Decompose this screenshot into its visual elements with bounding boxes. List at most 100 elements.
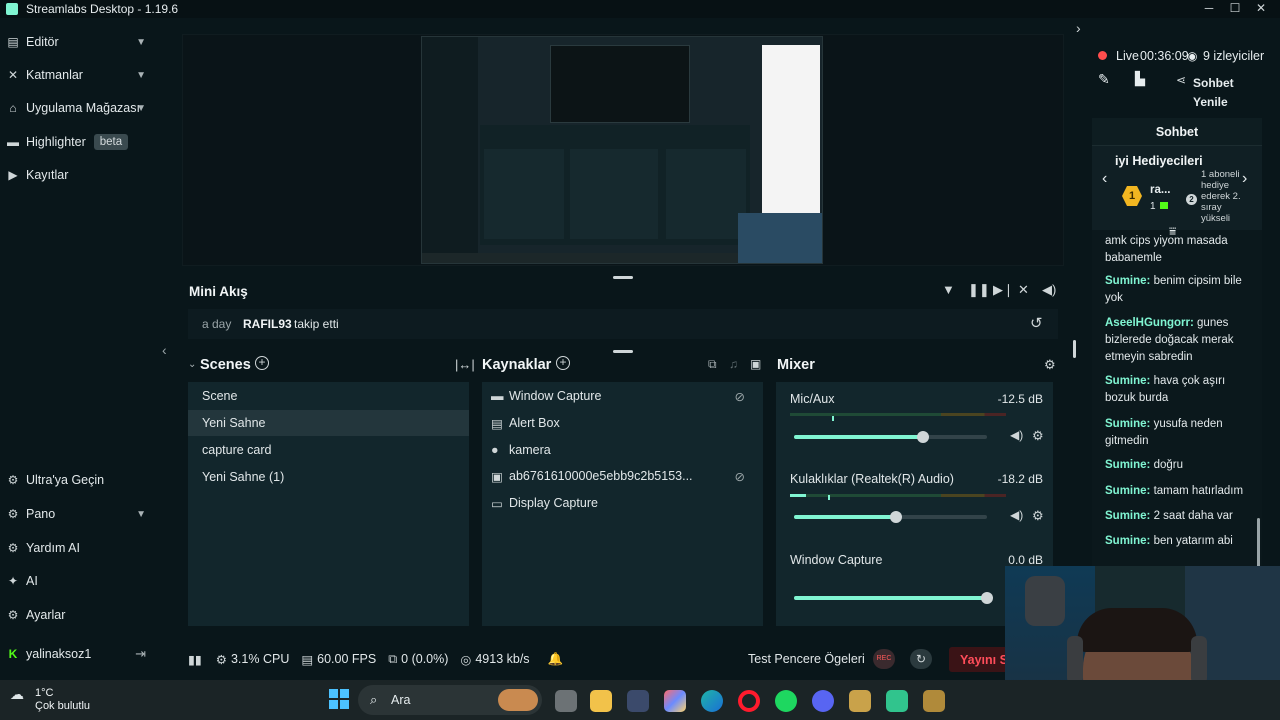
kick-logo-icon: K (8, 647, 18, 661)
eye-icon: ◉ (1187, 49, 1198, 63)
nav-label: Katmanlar (26, 68, 83, 82)
stats-chart-icon[interactable]: ▮▮ (188, 652, 202, 667)
window-icon: ▬ (491, 389, 504, 403)
windows-start-icon[interactable] (329, 689, 349, 709)
copilot-icon[interactable] (664, 690, 686, 712)
mini-flow-event: a day RAFIL93 takip etti ↺ (188, 309, 1058, 339)
task-view-icon[interactable] (555, 690, 577, 712)
volume-slider-knob[interactable] (917, 431, 930, 443)
add-source-icon[interactable]: + (556, 356, 570, 370)
nav-item-help-ai[interactable]: ⚙ Yardım AI (0, 533, 160, 563)
mixer-channel-db: -12.5 dB (997, 392, 1043, 406)
mixer-channel-label: Window Capture (790, 553, 883, 567)
scene-item[interactable]: capture card (188, 437, 469, 463)
volume-icon[interactable]: ◀) (1042, 282, 1056, 298)
fps-value: 60.00 FPS (317, 652, 377, 666)
close-icon[interactable]: ✕ (1248, 0, 1274, 18)
minimize-icon[interactable]: ─ (1196, 0, 1222, 18)
source-audio-icon[interactable]: ♫ (729, 357, 738, 371)
scene-item-selected[interactable]: Yeni Sahne (188, 410, 469, 436)
edge-browser-icon[interactable] (701, 690, 723, 712)
nav-item-dashboard[interactable]: ⚙ Pano ▼ (0, 499, 160, 529)
taskbar-search[interactable]: ⌕ Ara (358, 685, 542, 715)
mute-alerts-icon[interactable]: ✕ (1018, 282, 1029, 298)
chat-message: Sumine: ben yatarım abi (1105, 535, 1233, 547)
speaker-icon[interactable]: ◀) (1010, 508, 1023, 522)
test-widgets-button[interactable]: Test Pencere Ögeleri (748, 652, 865, 666)
weather-desc: Çok bulutlu (35, 700, 91, 712)
nav-item-app-store[interactable]: ⌂ Uygulama Mağazası ▼ (0, 93, 160, 123)
replay-icon[interactable]: ↺ (1030, 314, 1043, 332)
streamlabs-taskbar-icon[interactable] (886, 690, 908, 712)
chat-message: amk cips yiyom masada babanemle (1105, 235, 1228, 264)
discord-icon[interactable] (812, 690, 834, 712)
source-item[interactable]: ▤ Alert Box (482, 410, 763, 436)
collapse-left-icon[interactable]: ‹ (162, 342, 167, 358)
source-item[interactable]: ▬ Window Capture ⊘ (482, 383, 763, 409)
nav-item-ultra[interactable]: ⚙ Ultra'ya Geçin (0, 465, 160, 495)
chat-message: Sumine: tamam hatırladım (1105, 485, 1244, 497)
filter-icon[interactable]: ▼ (942, 282, 955, 297)
record-button[interactable]: REC (873, 649, 895, 669)
league-client-icon[interactable] (849, 690, 871, 712)
dashboard-tile-icon[interactable]: ▙ (1135, 71, 1145, 87)
edit-pencil-icon[interactable]: ✎ (1098, 71, 1110, 88)
chat-scrollbar[interactable] (1257, 518, 1260, 568)
channel-gear-icon[interactable]: ⚙ (1032, 428, 1044, 444)
scene-transition-icon[interactable]: |↔| (455, 357, 475, 372)
nav-item-settings[interactable]: ⚙ Ayarlar (0, 600, 160, 630)
gifter-name: ra... (1150, 184, 1171, 196)
source-folder-icon[interactable]: ▣ (750, 357, 761, 371)
speaker-icon[interactable]: ◀) (1010, 428, 1023, 442)
source-item[interactable]: ● kamera (482, 437, 763, 463)
hidden-eye-icon[interactable]: ⊘ (735, 469, 745, 484)
channel-gear-icon[interactable]: ⚙ (1032, 508, 1044, 524)
nav-item-highlighter[interactable]: ▬ Highlighter beta (0, 127, 160, 157)
left-sidebar: ▤ Editör ▼ ✕ Katmanlar ▼ ⌂ Uygulama Mağa… (0, 18, 160, 680)
viewer-count: 9 izleyiciler (1203, 49, 1265, 63)
refresh-chat-button[interactable]: Sohbet Yenile (1193, 74, 1234, 112)
mixer-channel-db: -18.2 dB (997, 472, 1043, 486)
source-group-icon[interactable]: ⧉ (708, 357, 717, 372)
chevron-down-icon: ▼ (136, 508, 146, 520)
logout-icon[interactable]: ⇥ (135, 646, 146, 662)
nav-item-account[interactable]: K yalinaksoz1 ⇥ (0, 639, 160, 669)
chevron-down-icon: ▼ (136, 69, 146, 81)
volume-slider-knob[interactable] (981, 592, 993, 604)
replay-buffer-icon[interactable]: ↻ (910, 649, 932, 669)
file-explorer-icon[interactable] (590, 690, 612, 712)
store-app-icon[interactable] (627, 690, 649, 712)
opera-browser-icon[interactable] (738, 690, 760, 712)
nav-item-editor[interactable]: ▤ Editör ▼ (0, 27, 160, 57)
resize-handle-vertical[interactable] (1073, 340, 1076, 358)
add-scene-icon[interactable]: + (255, 356, 269, 370)
mixer-settings-gear-icon[interactable]: ⚙ (1044, 357, 1056, 373)
prev-arrow-icon[interactable]: ‹ (1102, 170, 1107, 188)
gifter-count: 1 (1150, 201, 1156, 212)
resize-handle[interactable] (613, 350, 633, 353)
collapse-right-icon[interactable]: › (1076, 20, 1081, 36)
source-item[interactable]: ▭ Display Capture (482, 490, 763, 516)
riot-game-icon[interactable] (923, 690, 945, 712)
alert-icon: ▤ (491, 416, 503, 431)
help-ai-icon: ⚙ (7, 541, 19, 555)
nav-item-recordings[interactable]: ▶ Kayıtlar (0, 160, 160, 190)
hidden-eye-icon[interactable]: ⊘ (735, 389, 745, 404)
preview-screen-capture (421, 36, 823, 264)
pause-icon[interactable]: ❚❚ (968, 282, 990, 298)
scene-item[interactable]: Scene (188, 383, 469, 409)
nav-item-ai[interactable]: ✦ AI (0, 566, 160, 596)
dropped-frames-icon: ⧉ (388, 651, 398, 666)
collapse-scenes-icon[interactable]: ⌄ (188, 359, 196, 370)
source-item[interactable]: ▣ ab6761610000e5ebb9c2b5153... ⊘ (482, 463, 763, 489)
share-icon[interactable]: ⋖ (1176, 73, 1186, 87)
scene-item[interactable]: Yeni Sahne (1) (188, 464, 469, 490)
spotify-icon[interactable] (775, 690, 797, 712)
nav-item-layers[interactable]: ✕ Katmanlar ▼ (0, 60, 160, 90)
maximize-icon[interactable]: ☐ (1222, 0, 1248, 18)
volume-slider-knob[interactable] (890, 511, 903, 523)
bell-icon[interactable]: 🔔 (548, 652, 564, 667)
mixer-channel-label: Mic/Aux (790, 392, 835, 406)
next-arrow-icon[interactable]: › (1242, 170, 1247, 188)
skip-icon[interactable]: ▶❘ (993, 282, 1014, 298)
